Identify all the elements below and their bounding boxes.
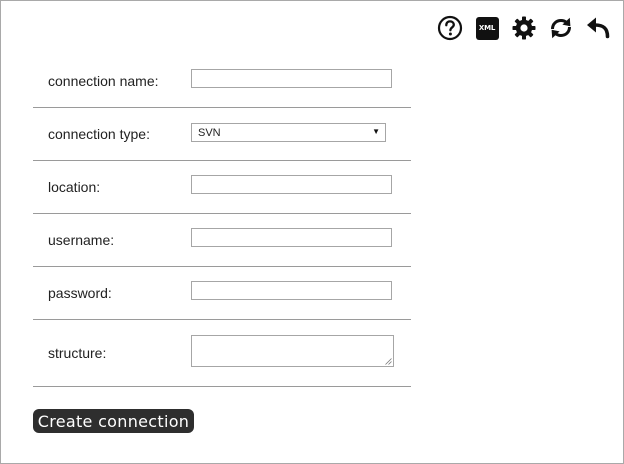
refresh-button[interactable] — [548, 15, 574, 41]
connection-name-label: connection name: — [48, 73, 159, 89]
undo-icon — [587, 17, 610, 39]
username-input[interactable] — [192, 229, 391, 247]
resize-grip-icon[interactable] — [385, 358, 392, 365]
gear-icon — [512, 16, 536, 40]
xml-button[interactable]: XML — [474, 15, 500, 41]
username-label: username: — [48, 232, 115, 248]
xml-icon: XML — [475, 16, 499, 40]
connection-name-input[interactable] — [192, 70, 391, 88]
connection-name-field[interactable] — [191, 69, 392, 88]
location-field[interactable] — [191, 175, 392, 194]
toolbar: XML — [437, 15, 611, 41]
dropdown-arrow-icon: ▼ — [372, 127, 380, 136]
username-row: username: — [33, 214, 411, 267]
connection-name-row: connection name: — [33, 55, 411, 108]
password-field[interactable] — [191, 281, 392, 300]
password-row: password: — [33, 267, 411, 320]
password-label: password: — [48, 285, 112, 301]
refresh-icon — [551, 17, 571, 39]
help-icon — [437, 15, 463, 41]
settings-button[interactable] — [511, 15, 537, 41]
structure-label: structure: — [48, 345, 107, 361]
structure-row: structure: — [33, 320, 411, 387]
location-input[interactable] — [192, 176, 391, 194]
undo-button[interactable] — [585, 15, 611, 41]
connection-type-label: connection type: — [48, 126, 150, 142]
username-field[interactable] — [191, 228, 392, 247]
help-button[interactable] — [437, 15, 463, 41]
location-label: location: — [48, 179, 101, 195]
app-frame: XML connection name: connection type: SV… — [0, 0, 624, 464]
create-connection-button[interactable]: Create connection — [33, 409, 194, 433]
connection-type-row: connection type: SVN ▼ — [33, 108, 411, 161]
connection-form: connection name: connection type: SVN ▼ … — [33, 55, 411, 387]
password-input[interactable] — [192, 282, 391, 300]
location-row: location: — [33, 161, 411, 214]
connection-type-value: SVN — [198, 126, 221, 139]
connection-type-select[interactable]: SVN ▼ — [191, 123, 386, 142]
structure-textarea[interactable] — [191, 335, 394, 367]
